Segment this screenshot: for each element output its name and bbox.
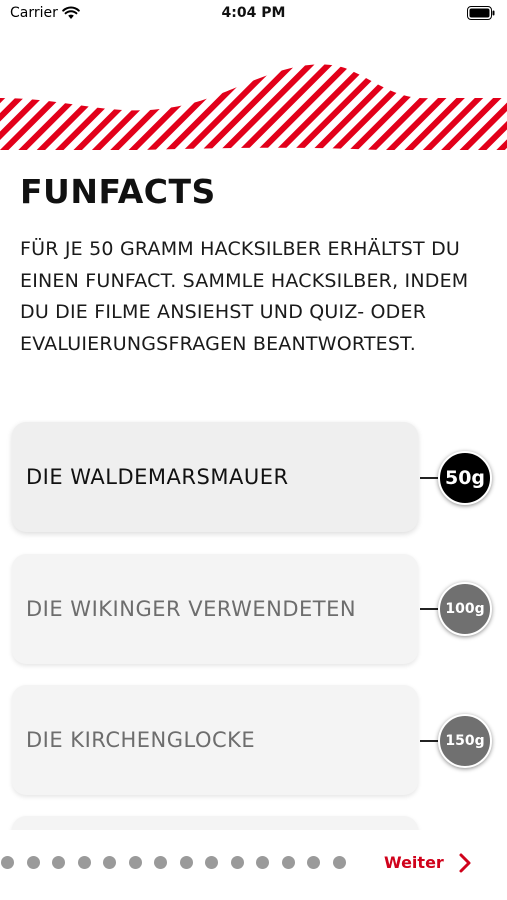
funfact-label: DIE WIKINGER VERWENDETEN — [26, 597, 357, 621]
funfact-card-2[interactable]: DIE KIRCHENGLOCKE — [12, 685, 418, 795]
pagination-dot[interactable] — [179, 856, 193, 869]
funfact-label: DIE WALDEMARSMAUER — [26, 465, 289, 489]
next-button-label: Weiter — [384, 853, 444, 872]
status-time: 4:04 PM — [221, 5, 286, 21]
status-bar: Carrier 4:04 PM — [0, 0, 507, 30]
cost-badge: 100g — [438, 582, 492, 636]
pagination-dot[interactable] — [256, 856, 269, 869]
cost-badge: 50g — [438, 451, 492, 505]
pagination-dot[interactable] — [154, 856, 167, 869]
pagination-dot[interactable] — [1, 856, 14, 869]
pagination-dot[interactable] — [26, 856, 40, 869]
funfact-card-0[interactable]: DIE WALDEMARSMAUER — [12, 422, 418, 532]
pagination-dot[interactable] — [52, 856, 65, 869]
pagination-dot[interactable] — [103, 856, 116, 869]
battery-icon — [467, 6, 495, 20]
cost-badge: 150g — [438, 714, 492, 768]
pagination-dot[interactable] — [307, 856, 320, 869]
pagination-dot[interactable] — [332, 856, 346, 869]
intro-text: FÜR JE 50 GRAMM HACKSILBER ERHÄLTST DU E… — [20, 238, 469, 355]
pagination-dot[interactable] — [230, 856, 244, 869]
page-title: FUNFACTS — [20, 172, 216, 211]
pagination-dot[interactable] — [281, 856, 295, 869]
funfact-card-1[interactable]: DIE WIKINGER VERWENDETEN — [12, 554, 418, 664]
next-button[interactable]: Weiter — [384, 848, 494, 878]
pagination-dots — [0, 856, 360, 872]
chevron-right-icon — [459, 853, 471, 873]
funfact-card-3[interactable] — [12, 816, 418, 830]
funfact-label: DIE KIRCHENGLOCKE — [26, 728, 256, 752]
pagination-dot[interactable] — [205, 856, 218, 869]
funfact-list: DIE WALDEMARSMAUER 50g DIE WIKINGER VERW… — [0, 420, 507, 830]
hatched-wave-decoration — [0, 64, 507, 150]
pagination-dot[interactable] — [128, 856, 142, 869]
pagination-dot[interactable] — [77, 856, 91, 869]
